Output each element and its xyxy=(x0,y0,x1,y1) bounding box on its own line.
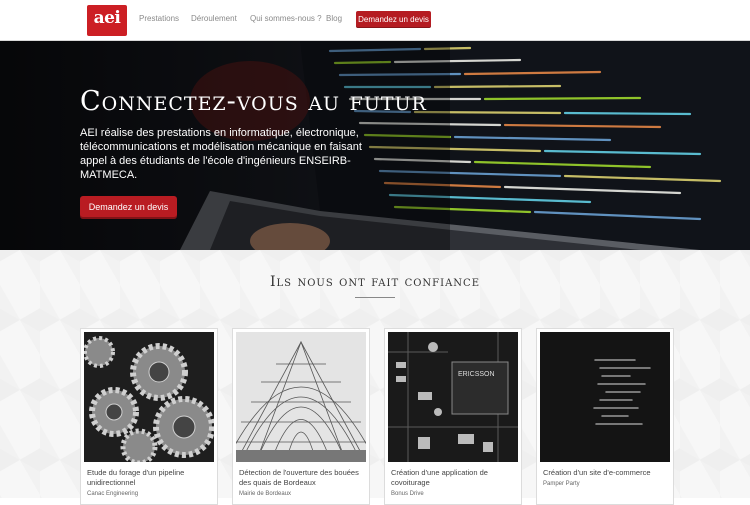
project-title: Création d'une application de covoiturag… xyxy=(391,468,488,487)
project-title: Etude du forage d'un pipeline unidirecti… xyxy=(87,468,185,487)
nav-quote-button[interactable]: Demandez un devis xyxy=(356,11,431,28)
title-divider xyxy=(355,297,395,298)
hero-quote-button[interactable]: Demandez un devis xyxy=(80,196,177,219)
project-title: Détection de l'ouverture des bouées des … xyxy=(239,468,359,487)
client-name: Pamper Party xyxy=(543,481,580,487)
gears-image xyxy=(84,332,214,462)
project-card[interactable]: Détection de l'ouverture des bouées des … xyxy=(232,328,370,505)
hero-title: Connectez-vous au futur xyxy=(80,86,427,117)
top-navbar: aei Prestations Déroulement Qui sommes-n… xyxy=(0,0,750,41)
client-name: Bonus Drive xyxy=(391,491,424,497)
project-card[interactable]: Etude du forage d'un pipeline unidirecti… xyxy=(80,328,218,505)
nav-link-blog[interactable]: Blog xyxy=(326,14,342,23)
chip-label: ERICSSON xyxy=(458,371,495,378)
project-card[interactable]: Création d'un site d'e-commerce Pamper P… xyxy=(536,328,674,505)
project-title: Création d'un site d'e-commerce xyxy=(543,468,651,477)
nav-link-prestations[interactable]: Prestations xyxy=(139,14,179,23)
client-name: Mairie de Bordeaux xyxy=(239,491,292,497)
nav-link-qui-sommes-nous[interactable]: Qui sommes-nous ? xyxy=(250,14,322,23)
hero-description: AEI réalise des prestations en informati… xyxy=(80,127,362,181)
client-name: Canac Engineering xyxy=(87,491,139,497)
aei-logo[interactable]: aei xyxy=(87,5,127,36)
dome-structure-image xyxy=(236,332,366,462)
project-card[interactable]: ERICSSON Création d'une application de c… xyxy=(384,328,522,505)
nav-link-deroulement[interactable]: Déroulement xyxy=(191,14,237,23)
logo-text: aei xyxy=(93,8,121,28)
hero-banner: Connectez-vous au futur AEI réalise des … xyxy=(0,41,750,250)
circuit-board-image: ERICSSON xyxy=(388,332,518,462)
clients-section-title: Ils nous ont fait confiance xyxy=(270,274,480,290)
code-screen-image xyxy=(540,332,670,462)
